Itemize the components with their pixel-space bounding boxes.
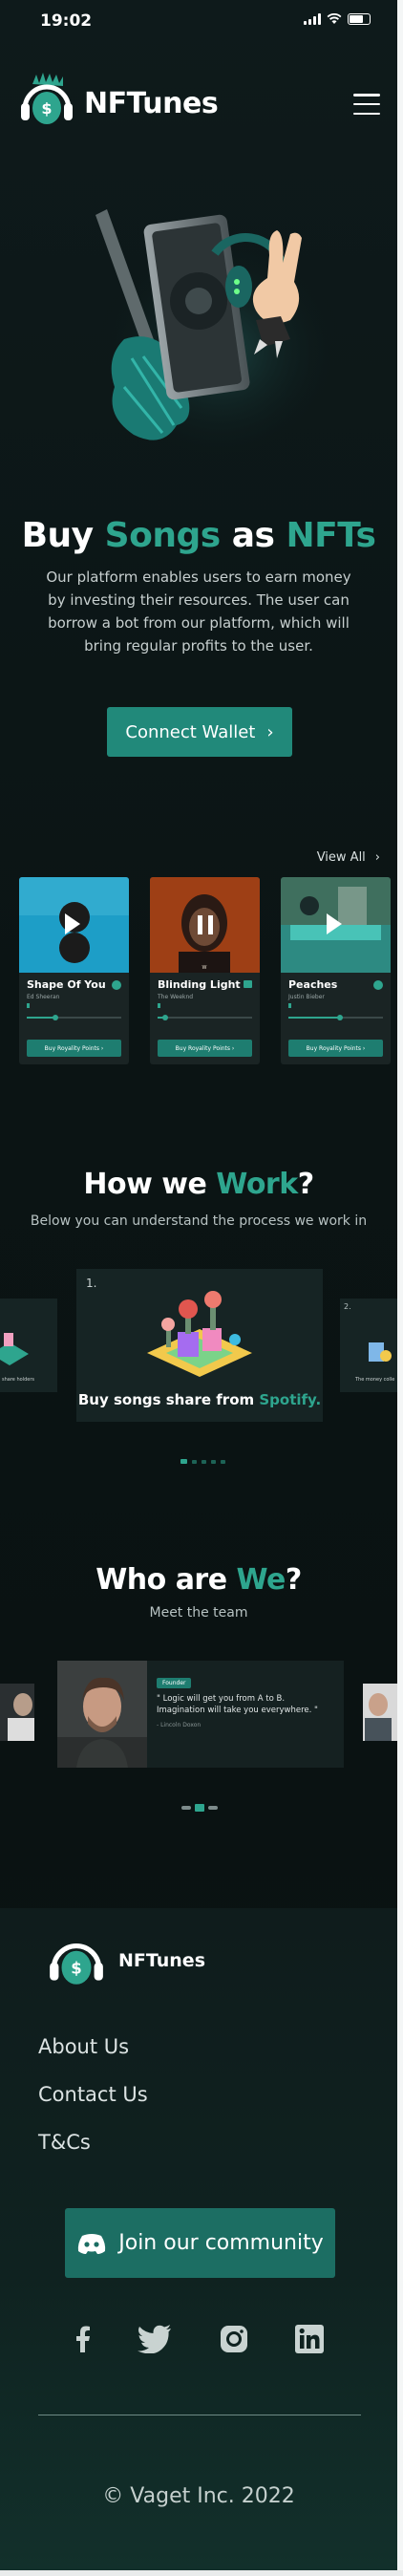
footer-link-contact[interactable]: Contact Us (38, 2083, 148, 2106)
step-card[interactable]: 1. Buy songs share from Spotify. (76, 1269, 323, 1422)
step-illustration (0, 1333, 29, 1365)
buy-royalty-button[interactable]: Buy Royality Points › (27, 1040, 121, 1057)
step-number: 1. (86, 1277, 97, 1290)
team-photo-next[interactable] (363, 1684, 397, 1741)
song-artist: The Weeknd (158, 994, 194, 1000)
song-card[interactable]: Shape Of You Ed Sheeran Buy Royality Poi… (19, 877, 129, 1064)
progress-track[interactable] (158, 1015, 252, 1020)
footer-brand[interactable]: NFTunes (118, 1950, 205, 1971)
buy-royalty-button[interactable]: Buy Royality Points › (288, 1040, 383, 1057)
step-number: 2. (344, 1302, 351, 1311)
pause-icon[interactable] (198, 915, 213, 934)
song-artist: Ed Sheeran (27, 994, 60, 1000)
linkedin-icon[interactable] (290, 2320, 329, 2358)
step-caption: The money colle (355, 1377, 395, 1383)
brand-name[interactable]: NFTunes (84, 87, 219, 120)
how-we-work-subtitle: Below you can understand the process we … (30, 1213, 368, 1229)
facebook-icon[interactable] (64, 2320, 102, 2358)
progress-fill (27, 1017, 55, 1019)
equalizer-icon (244, 980, 252, 988)
play-icon[interactable] (65, 913, 80, 934)
team-member-card[interactable]: Founder " Logic will get you from A to B… (57, 1661, 344, 1768)
footer-link-terms[interactable]: T&Cs (38, 2131, 91, 2154)
svg-text:$: $ (71, 1959, 81, 1977)
song-card[interactable]: Peaches Justin Bieber Buy Royality Point… (281, 877, 391, 1064)
progress-marker (27, 1003, 30, 1008)
song-title: Shape Of You (27, 978, 106, 991)
spotify-icon (112, 980, 121, 990)
connect-wallet-button[interactable]: Connect Wallet › (107, 707, 292, 757)
team-photo-previous[interactable] (0, 1684, 34, 1741)
progress-marker (288, 1003, 291, 1008)
chevron-right-icon: › (266, 721, 274, 742)
team-subtitle: Meet the team (149, 1605, 248, 1621)
founder-badge: Founder (157, 1678, 192, 1688)
hero-description: Our platform enables users to earn money… (46, 569, 351, 655)
signal-icon (304, 13, 321, 25)
step-card-next[interactable]: 2. The money colle (340, 1299, 397, 1392)
app-screen: 19:02 $ NFTunes Buy Songs as NFTs Our pl… (0, 0, 397, 2570)
progress-fill (288, 1017, 341, 1019)
team-member-photo (57, 1661, 147, 1768)
page-margin-right (397, 0, 403, 2570)
view-all-link[interactable]: View All › (317, 850, 380, 865)
progress-track[interactable] (288, 1015, 383, 1020)
quote-author: - Lincoln Doxon (157, 1722, 202, 1728)
buy-royalty-button[interactable]: Buy Royality Points › (158, 1040, 252, 1057)
instagram-icon[interactable] (215, 2320, 253, 2358)
wifi-icon (327, 13, 342, 24)
status-icons (304, 13, 371, 25)
step-caption: share holders (2, 1377, 34, 1383)
team-carousel-dots[interactable] (181, 1804, 218, 1812)
step-illustration (147, 1291, 252, 1377)
step-card-previous[interactable]: share holders (0, 1299, 57, 1392)
song-title: Blinding Light (158, 978, 241, 991)
hamburger-menu-icon[interactable] (353, 94, 380, 115)
play-icon[interactable] (327, 913, 342, 934)
join-community-button[interactable]: Join our community (65, 2208, 335, 2278)
dollar-headphones-icon[interactable]: $ (17, 71, 76, 130)
song-title: Peaches (288, 978, 338, 991)
copyright-text: © Vaget Inc. 2022 (102, 2484, 295, 2508)
footer: $ NFTunes About Us Contact Us T&Cs Join … (0, 1908, 397, 2570)
footer-link-about[interactable]: About Us (38, 2035, 129, 2058)
progress-knob[interactable] (52, 1015, 58, 1020)
hero-title: Buy Songs as NFTs (21, 516, 376, 555)
hero-illustration (95, 209, 344, 454)
chevron-right-icon: › (374, 850, 380, 865)
carousel-dots[interactable] (180, 1459, 225, 1464)
page-margin-bottom (0, 2570, 403, 2576)
svg-text:W: W (202, 965, 207, 971)
step-illustration (369, 1342, 392, 1362)
step-caption: Buy songs share from Spotify. (77, 1391, 322, 1408)
battery-icon (348, 13, 371, 25)
song-artist: Justin Bieber (288, 994, 325, 1000)
progress-marker (158, 1003, 160, 1008)
team-quote: " Logic will get you from A to B. Imagin… (157, 1694, 318, 1715)
discord-icon (78, 2233, 106, 2254)
progress-knob[interactable] (161, 1015, 168, 1020)
progress-knob[interactable] (337, 1015, 344, 1020)
twitter-icon[interactable] (136, 2320, 174, 2358)
how-we-work-title: How we Work? (83, 1168, 314, 1201)
spotify-icon (373, 980, 383, 990)
status-bar: 19:02 (0, 0, 397, 42)
progress-track[interactable] (27, 1015, 121, 1020)
dollar-headphones-icon[interactable]: $ (46, 1929, 107, 1990)
song-card[interactable]: W Blinding Light The Weeknd Buy Royality… (150, 877, 260, 1064)
team-title: Who are We? (95, 1563, 302, 1597)
svg-text:$: $ (41, 99, 52, 118)
status-time: 19:02 (40, 11, 93, 31)
